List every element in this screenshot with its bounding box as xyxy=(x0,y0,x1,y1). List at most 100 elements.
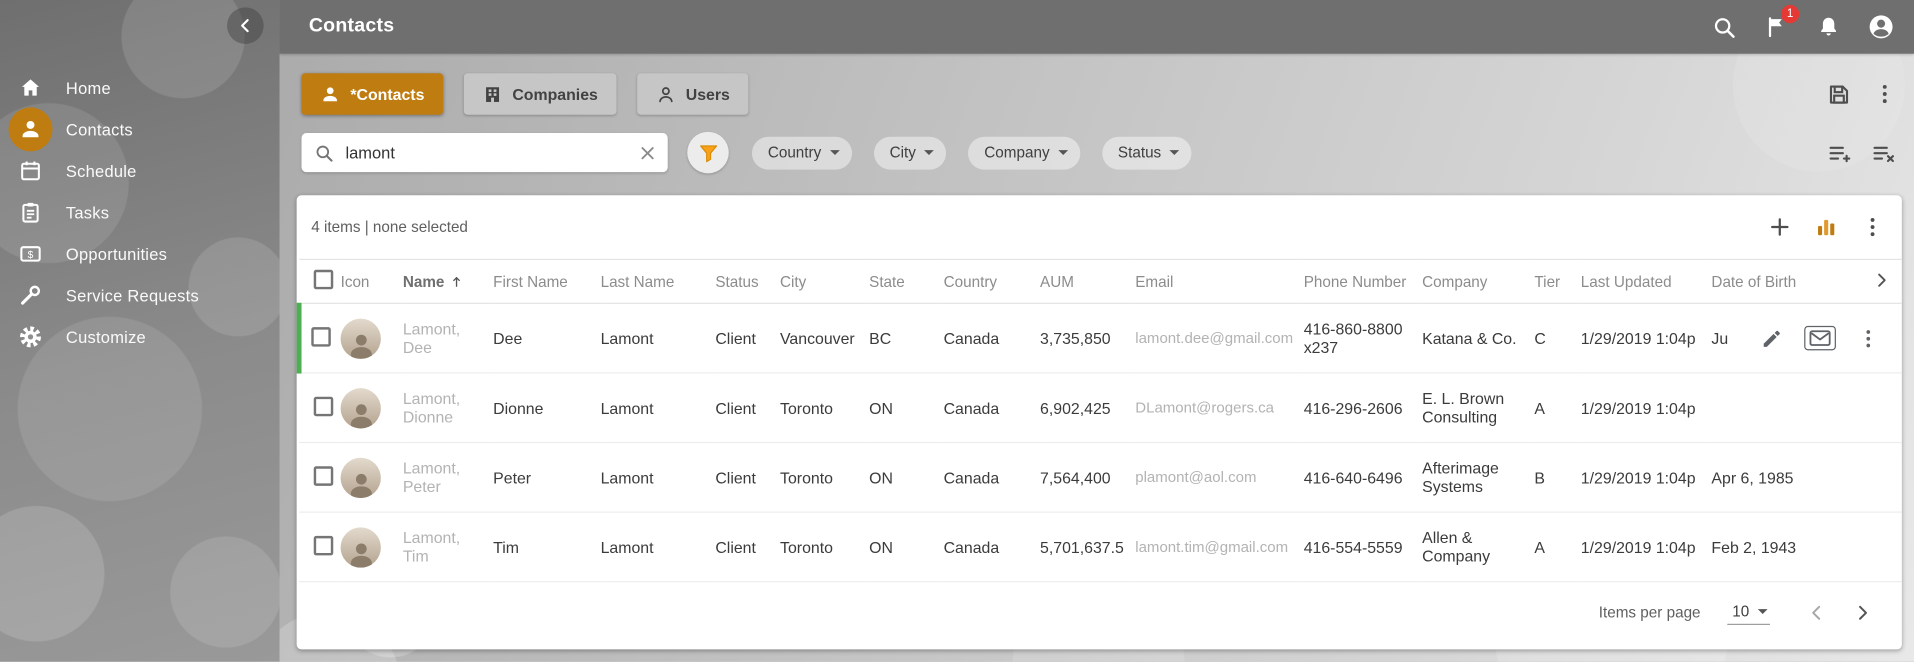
col-header-dob[interactable]: Date of Birth xyxy=(1711,259,1901,303)
chevron-left-icon xyxy=(234,15,256,37)
sidebar-item-contacts[interactable]: Contacts xyxy=(0,109,280,151)
row-more-vert-icon[interactable] xyxy=(1857,327,1880,350)
playlist-add-icon[interactable] xyxy=(1827,140,1853,166)
cell-dob xyxy=(1711,373,1901,443)
cell-country: Canada xyxy=(944,303,1040,373)
person-icon xyxy=(320,84,341,105)
cell-state: ON xyxy=(869,512,943,582)
save-icon[interactable] xyxy=(1826,81,1852,107)
col-header-state[interactable]: State xyxy=(869,259,943,303)
filter-chip-country[interactable]: Country xyxy=(752,136,852,169)
chip-label: Company xyxy=(984,144,1049,161)
edit-pencil-icon[interactable] xyxy=(1760,327,1783,350)
tab-users[interactable]: Users xyxy=(637,73,748,115)
home-icon xyxy=(9,66,53,110)
selection-summary: 4 items | none selected xyxy=(311,219,468,236)
chip-label: Status xyxy=(1118,144,1161,161)
flag-icon[interactable]: 1 xyxy=(1761,12,1790,41)
cell-status: Client xyxy=(715,373,780,443)
sidebar-item-label: Tasks xyxy=(66,203,109,221)
col-header-name[interactable]: Name xyxy=(403,259,493,303)
playlist-remove-icon[interactable] xyxy=(1871,140,1897,166)
table-row[interactable]: Lamont, Peter Peter Lamont Client Toront… xyxy=(299,443,1902,513)
filter-chip-company[interactable]: Company xyxy=(968,136,1080,169)
tab-label: Companies xyxy=(512,85,598,103)
row-checkbox[interactable] xyxy=(311,327,331,347)
col-header-company[interactable]: Company xyxy=(1422,259,1534,303)
table-row[interactable]: Lamont, Dee Dee Lamont Client Vancouver … xyxy=(299,303,1902,373)
filter-funnel-button[interactable] xyxy=(687,132,729,174)
cell-last-name: Lamont xyxy=(601,512,716,582)
sidebar-item-tasks[interactable]: Tasks xyxy=(0,192,280,234)
cell-aum: 7,564,400 xyxy=(1040,443,1135,513)
col-header-country[interactable]: Country xyxy=(944,259,1040,303)
next-page-icon[interactable] xyxy=(1848,598,1877,627)
contacts-table: Icon Name First Name Last Name Status Ci… xyxy=(297,259,1902,582)
col-header-last-name[interactable]: Last Name xyxy=(601,259,716,303)
person-icon xyxy=(9,107,53,151)
tab-companies[interactable]: Companies xyxy=(463,73,616,115)
col-header-aum[interactable]: AUM xyxy=(1040,259,1135,303)
sort-asc-icon xyxy=(449,274,464,289)
email-action-icon[interactable] xyxy=(1804,326,1836,350)
row-checkbox[interactable] xyxy=(314,466,334,486)
chip-label: Country xyxy=(768,144,821,161)
page-title: Contacts xyxy=(309,16,395,38)
tab-contacts[interactable]: *Contacts xyxy=(302,73,443,115)
filter-chip-status[interactable]: Status xyxy=(1102,136,1192,169)
row-checkbox[interactable] xyxy=(314,535,334,555)
more-vert-icon[interactable] xyxy=(1873,82,1897,106)
account-icon[interactable] xyxy=(1866,12,1895,41)
more-vert-icon[interactable] xyxy=(1860,215,1884,239)
col-header-tier[interactable]: Tier xyxy=(1534,259,1580,303)
magnifier-icon xyxy=(314,142,335,163)
sidebar-collapse-button[interactable] xyxy=(227,7,264,44)
cell-country: Canada xyxy=(944,373,1040,443)
cell-last-updated: 1/29/2019 1:04p xyxy=(1581,443,1712,513)
cell-first-name: Dionne xyxy=(493,373,600,443)
table-row[interactable]: Lamont, Tim Tim Lamont Client Toronto ON… xyxy=(299,512,1902,582)
cell-country: Canada xyxy=(944,512,1040,582)
clear-search-icon[interactable] xyxy=(637,142,658,163)
previous-page-icon[interactable] xyxy=(1802,598,1831,627)
card-toolbar: 4 items | none selected xyxy=(297,195,1902,258)
cell-last-updated: 1/29/2019 1:04p xyxy=(1581,303,1712,373)
avatar xyxy=(341,318,381,358)
sidebar-item-label: Contacts xyxy=(66,120,133,138)
add-icon[interactable] xyxy=(1768,215,1792,239)
sidebar-item-schedule[interactable]: Schedule xyxy=(0,150,280,192)
cell-aum: 5,701,637.5 xyxy=(1040,512,1135,582)
more-columns-chevron-icon[interactable] xyxy=(1871,270,1892,291)
col-header-last-updated[interactable]: Last Updated xyxy=(1581,259,1712,303)
cell-first-name: Peter xyxy=(493,443,600,513)
search-icon[interactable] xyxy=(1709,12,1738,41)
col-header-city[interactable]: City xyxy=(780,259,869,303)
cell-dob: Ju xyxy=(1711,303,1901,373)
page-size-select[interactable]: 10 xyxy=(1727,601,1770,625)
col-header-status[interactable]: Status xyxy=(715,259,780,303)
sidebar-item-opportunities[interactable]: $ Opportunities xyxy=(0,233,280,275)
avatar xyxy=(341,388,381,428)
cell-name: Lamont, Dionne xyxy=(403,373,493,443)
chart-icon[interactable] xyxy=(1814,215,1838,239)
col-header-email[interactable]: Email xyxy=(1135,259,1303,303)
cell-tier: C xyxy=(1534,303,1580,373)
chevron-down-icon xyxy=(924,150,934,155)
row-checkbox[interactable] xyxy=(314,396,334,416)
chevron-down-icon xyxy=(1170,150,1180,155)
cell-name: Lamont, Tim xyxy=(403,512,493,582)
sidebar-item-label: Home xyxy=(66,79,111,97)
cell-city: Toronto xyxy=(780,512,869,582)
col-header-first-name[interactable]: First Name xyxy=(493,259,600,303)
select-all-checkbox[interactable] xyxy=(314,270,334,290)
sidebar-item-customize[interactable]: Customize xyxy=(0,316,280,358)
col-header-phone[interactable]: Phone Number xyxy=(1304,259,1422,303)
filter-chip-city[interactable]: City xyxy=(874,136,947,169)
sidebar-item-service-requests[interactable]: Service Requests xyxy=(0,275,280,317)
bell-icon[interactable] xyxy=(1814,12,1843,41)
sidebar-item-home[interactable]: Home xyxy=(0,67,280,109)
search-input[interactable] xyxy=(345,143,637,161)
cell-last-updated: 1/29/2019 1:04p xyxy=(1581,512,1712,582)
items-per-page-label: Items per page xyxy=(1599,604,1701,621)
table-row[interactable]: Lamont, Dionne Dionne Lamont Client Toro… xyxy=(299,373,1902,443)
